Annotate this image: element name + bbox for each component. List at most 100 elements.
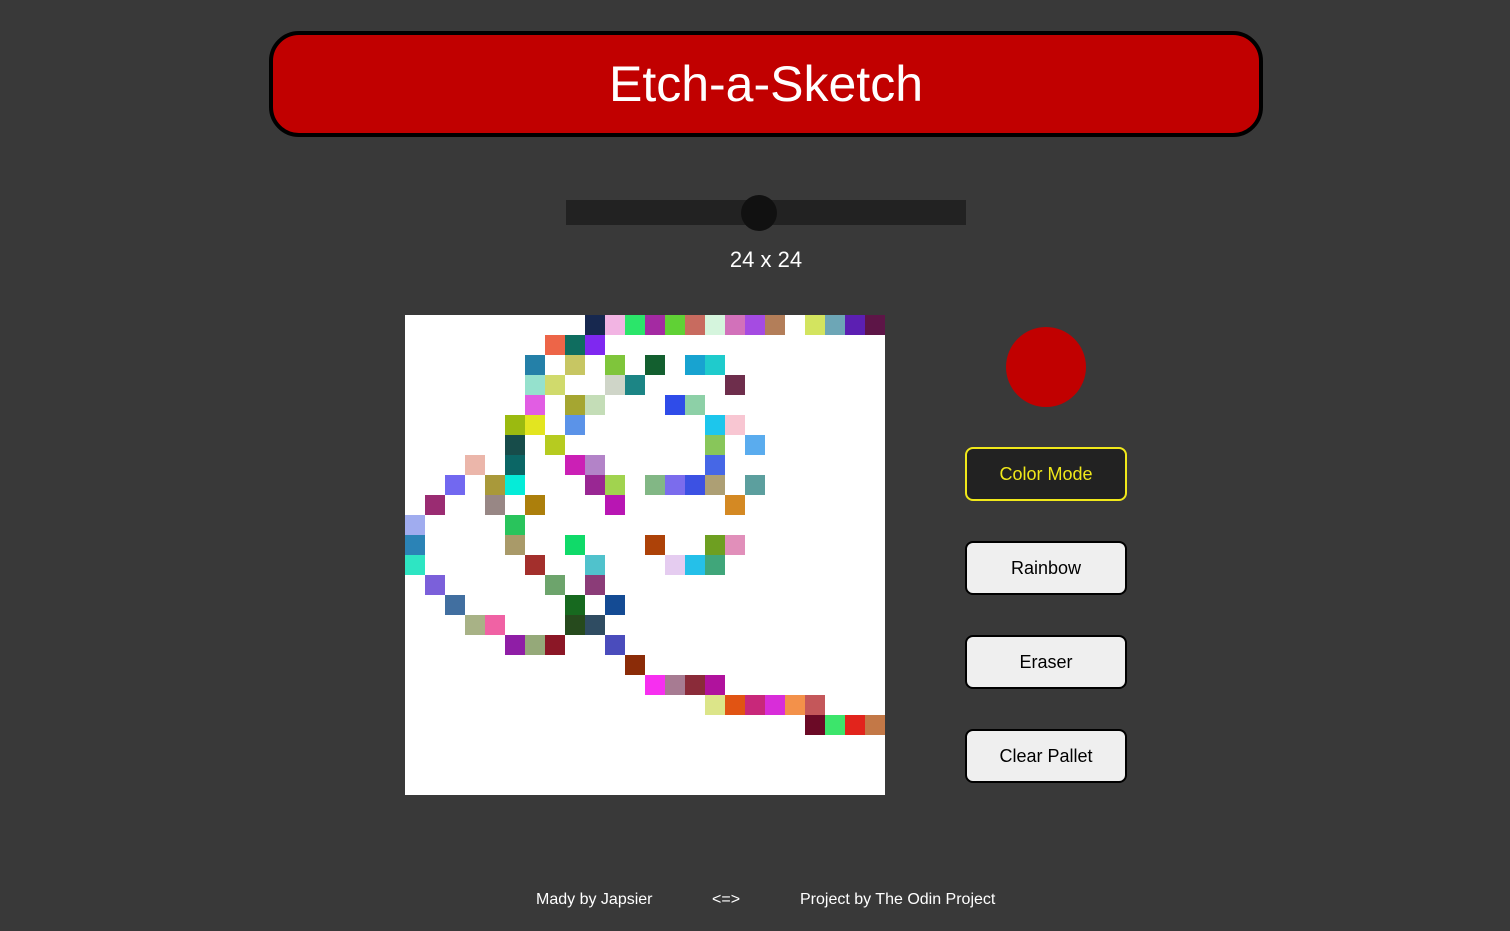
grid-cell[interactable]: [505, 415, 525, 435]
grid-cell[interactable]: [665, 395, 685, 415]
grid-cell[interactable]: [685, 555, 705, 575]
grid-cell[interactable]: [465, 455, 485, 475]
grid-cell[interactable]: [605, 375, 625, 395]
grid-cell[interactable]: [745, 315, 765, 335]
grid-cell[interactable]: [825, 315, 845, 335]
grid-cell[interactable]: [405, 555, 425, 575]
grid-cell[interactable]: [645, 535, 665, 555]
grid-cell[interactable]: [845, 715, 865, 735]
grid-cell[interactable]: [765, 695, 785, 715]
grid-cell[interactable]: [545, 375, 565, 395]
grid-cell[interactable]: [465, 615, 485, 635]
grid-cell[interactable]: [685, 675, 705, 695]
grid-cell[interactable]: [545, 435, 565, 455]
grid-cell[interactable]: [505, 435, 525, 455]
grid-cell[interactable]: [725, 695, 745, 715]
grid-cell[interactable]: [585, 335, 605, 355]
grid-cell[interactable]: [725, 315, 745, 335]
grid-cell[interactable]: [525, 415, 545, 435]
grid-cell[interactable]: [705, 555, 725, 575]
grid-cell[interactable]: [565, 355, 585, 375]
grid-cell[interactable]: [565, 455, 585, 475]
grid-cell[interactable]: [745, 475, 765, 495]
grid-cell[interactable]: [565, 615, 585, 635]
grid-cell[interactable]: [625, 315, 645, 335]
grid-cell[interactable]: [525, 555, 545, 575]
grid-cell[interactable]: [565, 335, 585, 355]
grid-cell[interactable]: [505, 535, 525, 555]
grid-cell[interactable]: [865, 715, 885, 735]
grid-cell[interactable]: [585, 575, 605, 595]
grid-cell[interactable]: [605, 595, 625, 615]
grid-cell[interactable]: [485, 615, 505, 635]
grid-cell[interactable]: [545, 575, 565, 595]
grid-cell[interactable]: [605, 355, 625, 375]
grid-cell[interactable]: [845, 315, 865, 335]
grid-cell[interactable]: [405, 515, 425, 535]
grid-cell[interactable]: [565, 395, 585, 415]
grid-cell[interactable]: [505, 635, 525, 655]
grid-cell[interactable]: [705, 315, 725, 335]
grid-cell[interactable]: [725, 535, 745, 555]
grid-cell[interactable]: [605, 475, 625, 495]
grid-cell[interactable]: [745, 435, 765, 455]
drawing-grid[interactable]: [405, 315, 885, 795]
grid-cell[interactable]: [705, 415, 725, 435]
grid-cell[interactable]: [805, 315, 825, 335]
grid-cell[interactable]: [665, 475, 685, 495]
grid-cell[interactable]: [625, 655, 645, 675]
grid-cell[interactable]: [525, 375, 545, 395]
grid-cell[interactable]: [645, 315, 665, 335]
grid-cell[interactable]: [705, 435, 725, 455]
grid-cell[interactable]: [665, 555, 685, 575]
grid-cell[interactable]: [585, 475, 605, 495]
grid-cell[interactable]: [645, 675, 665, 695]
grid-cell[interactable]: [725, 415, 745, 435]
grid-cell[interactable]: [585, 395, 605, 415]
grid-cell[interactable]: [485, 495, 505, 515]
grid-cell[interactable]: [685, 475, 705, 495]
grid-cell[interactable]: [445, 595, 465, 615]
grid-cell[interactable]: [545, 335, 565, 355]
grid-cell[interactable]: [805, 715, 825, 735]
rainbow-button[interactable]: Rainbow: [965, 541, 1127, 595]
grid-cell[interactable]: [505, 475, 525, 495]
grid-cell[interactable]: [705, 455, 725, 475]
color-picker[interactable]: [1006, 327, 1086, 407]
grid-cell[interactable]: [565, 415, 585, 435]
grid-cell[interactable]: [485, 475, 505, 495]
grid-cell[interactable]: [705, 535, 725, 555]
grid-cell[interactable]: [645, 475, 665, 495]
grid-cell[interactable]: [525, 495, 545, 515]
grid-cell[interactable]: [605, 315, 625, 335]
grid-cell[interactable]: [645, 355, 665, 375]
eraser-button[interactable]: Eraser: [965, 635, 1127, 689]
grid-cell[interactable]: [585, 455, 605, 475]
grid-cell[interactable]: [525, 395, 545, 415]
grid-cell[interactable]: [665, 675, 685, 695]
grid-cell[interactable]: [685, 395, 705, 415]
grid-cell[interactable]: [405, 535, 425, 555]
grid-cell[interactable]: [425, 495, 445, 515]
color-mode-button[interactable]: Color Mode: [965, 447, 1127, 501]
grid-cell[interactable]: [765, 315, 785, 335]
grid-cell[interactable]: [745, 695, 765, 715]
grid-cell[interactable]: [665, 315, 685, 335]
grid-cell[interactable]: [525, 355, 545, 375]
clear-pallet-button[interactable]: Clear Pallet: [965, 729, 1127, 783]
grid-cell[interactable]: [505, 455, 525, 475]
grid-cell[interactable]: [705, 675, 725, 695]
grid-cell[interactable]: [505, 515, 525, 535]
grid-cell[interactable]: [685, 315, 705, 335]
grid-cell[interactable]: [725, 375, 745, 395]
grid-size-slider-thumb[interactable]: [740, 195, 777, 231]
grid-cell[interactable]: [685, 355, 705, 375]
grid-cell[interactable]: [445, 475, 465, 495]
grid-cell[interactable]: [585, 615, 605, 635]
grid-cell[interactable]: [625, 375, 645, 395]
grid-cell[interactable]: [605, 495, 625, 515]
grid-cell[interactable]: [565, 535, 585, 555]
grid-cell[interactable]: [785, 695, 805, 715]
grid-cell[interactable]: [705, 475, 725, 495]
grid-cell[interactable]: [525, 635, 545, 655]
